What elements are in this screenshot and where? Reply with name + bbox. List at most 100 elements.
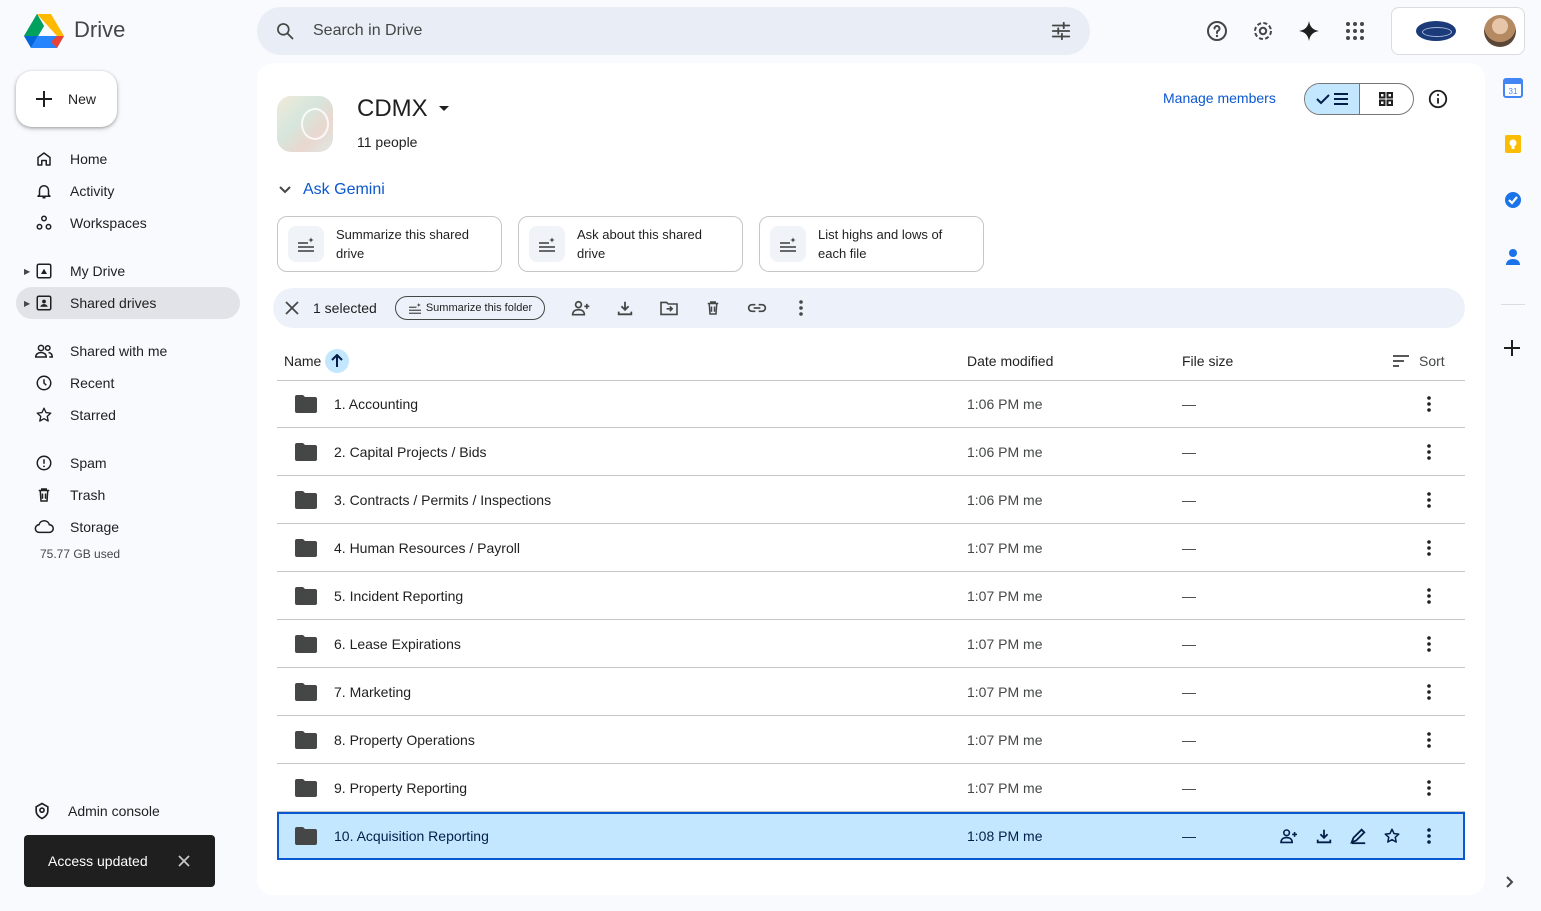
- sort-label: Sort: [1419, 353, 1445, 369]
- calendar-icon[interactable]: 31: [1503, 78, 1523, 98]
- gemini-spark-icon[interactable]: [1292, 14, 1326, 48]
- contacts-icon[interactable]: [1503, 246, 1523, 266]
- sidebar-item-workspaces[interactable]: Workspaces: [16, 207, 240, 239]
- row-quick-actions: [1279, 814, 1401, 858]
- date-modified: 1:06 PM me: [967, 443, 1043, 460]
- move-folder-icon[interactable]: [647, 288, 691, 328]
- sparkle-list-icon: [529, 226, 565, 262]
- new-button[interactable]: New: [16, 71, 117, 127]
- summarize-folder-chip[interactable]: Summarize this folder: [394, 296, 546, 320]
- trash-icon[interactable]: [691, 288, 735, 328]
- drive-logo[interactable]: Drive: [24, 12, 125, 48]
- sidebar-item-trash[interactable]: Trash: [16, 479, 240, 511]
- more-actions-icon[interactable]: [1427, 476, 1431, 523]
- sidebar-item-my-drive[interactable]: ▶ My Drive: [16, 255, 240, 287]
- table-row[interactable]: 4. Human Resources / Payroll 1:07 PM me …: [277, 524, 1465, 572]
- more-actions-icon[interactable]: [1427, 524, 1431, 571]
- sidebar-item-label: Shared with me: [70, 343, 168, 359]
- file-name: 8. Property Operations: [334, 731, 475, 748]
- sidebar-item-shared-drives[interactable]: ▶ Shared drives: [16, 287, 240, 319]
- column-header-size[interactable]: File size: [1182, 353, 1233, 369]
- download-icon[interactable]: [1315, 827, 1333, 845]
- admin-console-link[interactable]: Admin console: [32, 801, 160, 821]
- more-actions-icon[interactable]: [1427, 814, 1431, 858]
- table-row[interactable]: 1. Accounting 1:06 PM me —: [277, 380, 1465, 428]
- manage-members-button[interactable]: Manage members: [1163, 90, 1276, 106]
- sort-button[interactable]: Sort: [1393, 353, 1445, 369]
- sidebar-item-home[interactable]: Home: [16, 143, 240, 175]
- download-icon[interactable]: [603, 288, 647, 328]
- app-name: Drive: [74, 17, 126, 42]
- apps-grid-icon[interactable]: [1338, 14, 1372, 48]
- share-person-add-icon[interactable]: [1279, 828, 1299, 844]
- search-input[interactable]: Search in Drive: [313, 22, 1050, 40]
- sidebar-item-label: Activity: [70, 183, 115, 199]
- table-row[interactable]: 7. Marketing 1:07 PM me —: [277, 668, 1465, 716]
- avatar[interactable]: [1484, 15, 1516, 47]
- sidebar-nav-primary: Home Activity Workspaces: [16, 143, 240, 239]
- search-bar[interactable]: Search in Drive: [257, 7, 1090, 55]
- file-size: —: [1182, 635, 1196, 652]
- drive-title-menu[interactable]: CDMX: [357, 95, 450, 123]
- sidebar-item-recent[interactable]: Recent: [16, 367, 240, 399]
- view-toggle: [1304, 83, 1414, 115]
- chevron-right-icon[interactable]: [1506, 876, 1514, 888]
- close-icon[interactable]: [177, 854, 191, 868]
- arrow-up-icon[interactable]: [325, 349, 350, 373]
- tasks-icon[interactable]: [1503, 190, 1523, 210]
- file-size: —: [1182, 587, 1196, 604]
- table-row[interactable]: 6. Lease Expirations 1:07 PM me —: [277, 620, 1465, 668]
- keep-icon[interactable]: [1503, 134, 1523, 154]
- table-row-selected[interactable]: 10. Acquisition Reporting 1:08 PM me —: [277, 812, 1465, 860]
- star-icon[interactable]: [1383, 827, 1401, 845]
- folder-icon: [295, 428, 317, 475]
- more-actions-icon[interactable]: [779, 288, 823, 328]
- date-modified: 1:07 PM me: [967, 539, 1043, 556]
- more-actions-icon[interactable]: [1427, 716, 1431, 763]
- grid-view-button[interactable]: [1360, 84, 1414, 114]
- more-actions-icon[interactable]: [1427, 380, 1431, 427]
- rename-pencil-icon[interactable]: [1349, 827, 1367, 845]
- table-row[interactable]: 2. Capital Projects / Bids 1:06 PM me —: [277, 428, 1465, 476]
- search-options-icon[interactable]: [1050, 20, 1072, 42]
- expand-caret-icon[interactable]: ▶: [24, 267, 30, 276]
- table-row[interactable]: 5. Incident Reporting 1:07 PM me —: [277, 572, 1465, 620]
- sidebar-item-starred[interactable]: Starred: [16, 399, 240, 431]
- share-person-add-icon[interactable]: [559, 288, 603, 328]
- member-count[interactable]: 11 people: [357, 134, 417, 150]
- sidebar-item-shared-with-me[interactable]: Shared with me: [16, 335, 240, 367]
- expand-caret-icon[interactable]: ▶: [24, 299, 30, 308]
- side-panel-apps: 31: [1499, 78, 1527, 302]
- account-switcher[interactable]: [1391, 7, 1525, 55]
- help-icon[interactable]: [1200, 14, 1234, 48]
- file-list-header: Name Date modified File size Sort: [277, 341, 1465, 381]
- more-actions-icon[interactable]: [1427, 764, 1431, 811]
- table-row[interactable]: 3. Contracts / Permits / Inspections 1:0…: [277, 476, 1465, 524]
- sidebar-item-spam[interactable]: Spam: [16, 447, 240, 479]
- more-actions-icon[interactable]: [1427, 428, 1431, 475]
- settings-gear-icon[interactable]: [1246, 14, 1280, 48]
- column-header-name[interactable]: Name: [284, 349, 350, 373]
- summarize-folder-label: Summarize this folder: [425, 302, 533, 314]
- summarize-drive-chip[interactable]: Summarize this shared drive: [277, 216, 502, 272]
- info-icon[interactable]: [1427, 88, 1449, 110]
- column-header-date[interactable]: Date modified: [967, 353, 1053, 369]
- search-icon[interactable]: [275, 21, 295, 41]
- copy-link-icon[interactable]: [735, 288, 779, 328]
- sidebar-item-storage[interactable]: Storage: [16, 511, 240, 543]
- storage-used-text: 75.77 GB used: [40, 547, 121, 561]
- ask-gemini-toggle[interactable]: Ask Gemini: [279, 181, 385, 199]
- get-addons-plus-icon[interactable]: [1503, 339, 1521, 357]
- list-view-button[interactable]: [1305, 84, 1360, 114]
- table-row[interactable]: 8. Property Operations 1:07 PM me —: [277, 716, 1465, 764]
- more-actions-icon[interactable]: [1427, 620, 1431, 667]
- admin-shield-icon: [32, 801, 52, 821]
- table-row[interactable]: 9. Property Reporting 1:07 PM me —: [277, 764, 1465, 812]
- sidebar-item-activity[interactable]: Activity: [16, 175, 240, 207]
- ask-about-drive-chip[interactable]: Ask about this shared drive: [518, 216, 743, 272]
- clear-selection-close-icon[interactable]: [285, 301, 299, 315]
- more-actions-icon[interactable]: [1427, 572, 1431, 619]
- more-actions-icon[interactable]: [1427, 668, 1431, 715]
- list-highs-lows-chip[interactable]: List highs and lows of each file: [759, 216, 984, 272]
- bell-icon: [34, 182, 54, 200]
